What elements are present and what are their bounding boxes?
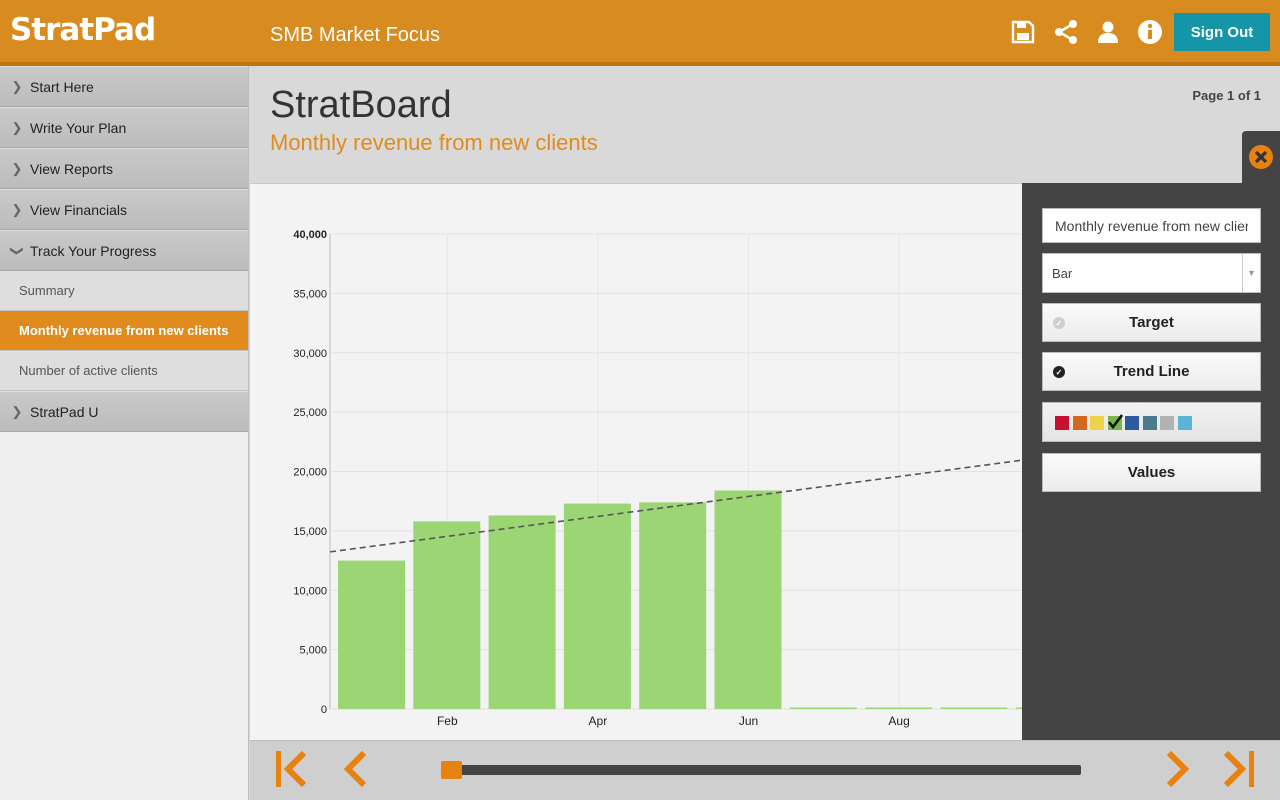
y-tick-label: 10,000: [293, 585, 327, 597]
bar: [563, 503, 631, 709]
chart-title-input[interactable]: [1042, 208, 1261, 243]
color-picker: [1042, 402, 1261, 442]
last-page-button[interactable]: [1220, 748, 1260, 790]
next-button[interactable]: [1159, 748, 1199, 790]
chart-type-value: Bar: [1052, 266, 1073, 281]
bar: [940, 707, 1008, 709]
bar: [413, 521, 481, 709]
share-icon[interactable]: [1053, 19, 1079, 45]
sidebar-item-label: View Financials: [30, 201, 128, 218]
trend-line-toggle-button[interactable]: ✓ Trend Line: [1042, 352, 1261, 391]
plan-name: SMB Market Focus: [270, 24, 441, 46]
chart-type-select[interactable]: Bar ▼: [1042, 253, 1261, 293]
chevron-right-icon: ❯: [11, 403, 23, 419]
x-tick-label: Aug: [888, 714, 909, 728]
y-tick-label: 0: [321, 704, 327, 716]
bar: [488, 515, 556, 709]
chevron-right-icon: ❯: [11, 160, 23, 176]
chevron-right-icon: ❯: [11, 78, 23, 94]
y-tick-label: 30,000: [293, 348, 327, 360]
sidebar-item-label: StratPad U: [30, 403, 99, 420]
close-icon: [1249, 145, 1273, 169]
y-tick-label: 20,000: [293, 467, 327, 479]
y-tick-label: 40,000: [293, 229, 327, 241]
x-tick-label: Feb: [437, 714, 458, 728]
sidebar-item-label: Track Your Progress: [30, 242, 157, 259]
page-slider-thumb[interactable]: [441, 761, 462, 779]
y-tick-label: 35,000: [293, 288, 327, 300]
sidebar-item-track-your-progress[interactable]: ❯ Track Your Progress: [0, 230, 248, 271]
sidebar-item-stratpad-u[interactable]: ❯ StratPad U: [0, 391, 248, 432]
target-label: Target: [1129, 314, 1174, 331]
check-icon: [1107, 414, 1123, 430]
trend-line-label: Trend Line: [1113, 363, 1190, 380]
check-icon: ✓: [1053, 317, 1065, 329]
last-page-icon: [1223, 750, 1254, 788]
chevron-right-icon: ❯: [11, 119, 23, 135]
color-swatch[interactable]: [1142, 416, 1157, 430]
sidebar-subitem-monthly-revenue[interactable]: Monthly revenue from new clients: [0, 311, 248, 351]
app-logo: StratPad: [10, 12, 156, 48]
sidebar-item-view-reports[interactable]: ❯ View Reports: [0, 148, 248, 189]
color-swatch[interactable]: [1177, 416, 1192, 430]
save-icon[interactable]: [1010, 19, 1036, 45]
chevron-right-icon: ❯: [11, 201, 23, 217]
sidebar-item-write-your-plan[interactable]: ❯ Write Your Plan: [0, 107, 248, 148]
page-slider-track[interactable]: [442, 765, 1081, 775]
values-label: Values: [1127, 464, 1176, 481]
bar: [338, 560, 405, 709]
color-swatch[interactable]: [1160, 416, 1174, 430]
x-tick-label: Apr: [589, 714, 608, 728]
target-toggle-button[interactable]: ✓ Target: [1042, 303, 1261, 342]
y-tick-label: 5,000: [299, 645, 327, 657]
sidebar-subitem-summary[interactable]: Summary: [0, 271, 248, 311]
check-icon: ✓: [1053, 366, 1065, 378]
color-swatch[interactable]: [1055, 416, 1069, 430]
user-icon[interactable]: [1095, 19, 1121, 45]
y-tick-label: 25,000: [293, 407, 327, 419]
info-icon[interactable]: [1137, 19, 1163, 45]
values-button[interactable]: Values: [1042, 453, 1261, 492]
bar: [865, 707, 933, 709]
sidebar-item-label: Write Your Plan: [30, 119, 127, 136]
page-indicator: Page 1 of 1: [1192, 88, 1261, 103]
bar: [714, 490, 782, 709]
close-panel-button[interactable]: [1242, 131, 1280, 183]
previous-icon: [343, 750, 367, 788]
page-subtitle: Monthly revenue from new clients: [270, 130, 598, 155]
sidebar-subitem-active-clients[interactable]: Number of active clients: [0, 351, 248, 391]
app-header: StratPad SMB Market Focus Sign Out: [0, 0, 1280, 66]
x-tick-label: Jun: [739, 714, 758, 728]
first-page-button[interactable]: [270, 748, 310, 790]
color-swatch[interactable]: [1090, 416, 1104, 430]
next-icon: [1166, 750, 1190, 788]
chevron-down-icon: ❯: [10, 245, 25, 256]
sidebar-item-label: View Reports: [30, 160, 114, 177]
sidebar-item-start-here[interactable]: ❯ Start Here: [0, 66, 248, 107]
bar: [639, 502, 707, 709]
sidebar: ❯ Start Here ❯ Write Your Plan ❯ View Re…: [0, 66, 249, 800]
sign-out-button[interactable]: Sign Out: [1174, 13, 1270, 51]
sidebar-item-view-financials[interactable]: ❯ View Financials: [0, 189, 248, 230]
sidebar-item-label: Start Here: [30, 78, 94, 95]
bar: [789, 707, 857, 709]
y-tick-label: 15,000: [293, 526, 327, 538]
color-swatch[interactable]: [1072, 416, 1087, 430]
previous-button[interactable]: [334, 748, 374, 790]
page-title: StratBoard: [270, 84, 452, 126]
color-swatch[interactable]: [1125, 416, 1139, 430]
color-swatch[interactable]: [1107, 414, 1123, 430]
first-page-icon: [276, 750, 307, 788]
dropdown-arrow-icon: ▼: [1242, 254, 1260, 292]
